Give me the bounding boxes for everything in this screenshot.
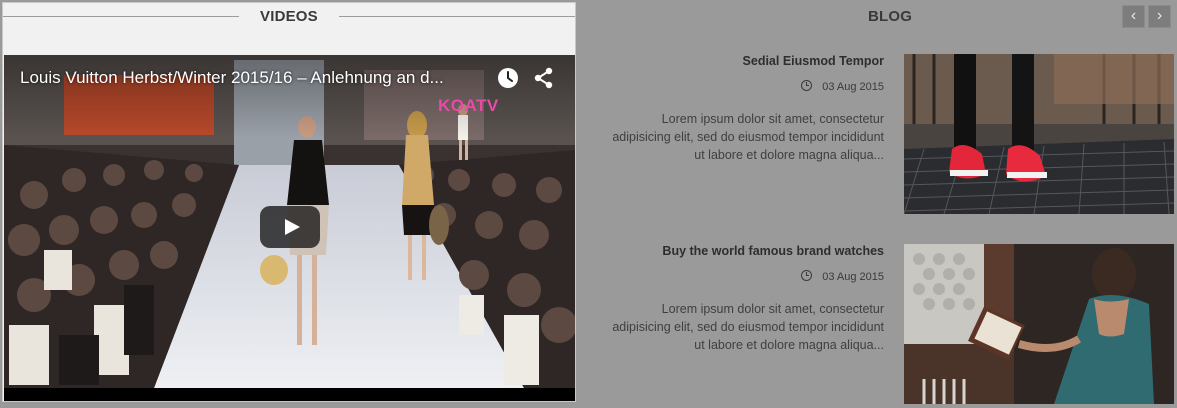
- heading-divider-right: [930, 16, 1110, 17]
- heading-divider-right: [339, 16, 575, 17]
- videos-heading-bar: VIDEOS: [3, 3, 575, 31]
- clock-icon[interactable]: [495, 65, 521, 91]
- video-player[interactable]: Louis Vuitton Herbst/Winter 2015/16 – An…: [4, 55, 575, 388]
- video-title[interactable]: Louis Vuitton Herbst/Winter 2015/16 – An…: [20, 68, 480, 88]
- post-text: Buy the world famous brand watches 03 Au…: [600, 244, 884, 354]
- post-excerpt: Lorem ipsum dolor sit amet, consectetur …: [612, 112, 884, 162]
- clock-icon: [801, 80, 813, 91]
- video-bottom-bar: [4, 388, 575, 401]
- blog-heading-bar: BLOG: [600, 3, 1177, 31]
- channel-logo: KOATV: [438, 96, 499, 115]
- post-excerpt: Lorem ipsum dolor sit amet, consectetur …: [612, 302, 884, 352]
- blog-prev-button[interactable]: ‹: [1122, 5, 1145, 28]
- post-date-text: 03 Aug 2015: [822, 271, 884, 283]
- chevron-right-icon: ›: [1156, 7, 1163, 24]
- post-image[interactable]: [904, 244, 1174, 404]
- post-date: 03 Aug 2015: [600, 80, 884, 93]
- share-icon[interactable]: [531, 65, 557, 91]
- post-title[interactable]: Sedial Eiusmod Tempor: [600, 54, 884, 68]
- chevron-left-icon: ‹: [1130, 7, 1137, 24]
- post-text: Sedial Eiusmod Tempor 03 Aug 2015 Lorem …: [600, 54, 884, 164]
- post-title[interactable]: Buy the world famous brand watches: [600, 244, 884, 258]
- videos-panel: VIDEOS Louis Vuitton Herbst/Winter 2015/…: [3, 3, 575, 401]
- blog-heading: BLOG: [868, 8, 913, 25]
- post-date-text: 03 Aug 2015: [822, 81, 884, 93]
- post-image[interactable]: [904, 54, 1174, 214]
- blog-next-button[interactable]: ›: [1148, 5, 1171, 28]
- play-icon[interactable]: [260, 206, 320, 248]
- post-date: 03 Aug 2015: [600, 270, 884, 283]
- videos-heading: VIDEOS: [260, 8, 318, 25]
- clock-icon: [801, 270, 813, 281]
- heading-divider-left: [604, 16, 850, 17]
- heading-divider-left: [3, 16, 239, 17]
- blog-section: BLOG ‹ › Sedial Eiusmod Tempor 03 Aug 20…: [600, 3, 1177, 408]
